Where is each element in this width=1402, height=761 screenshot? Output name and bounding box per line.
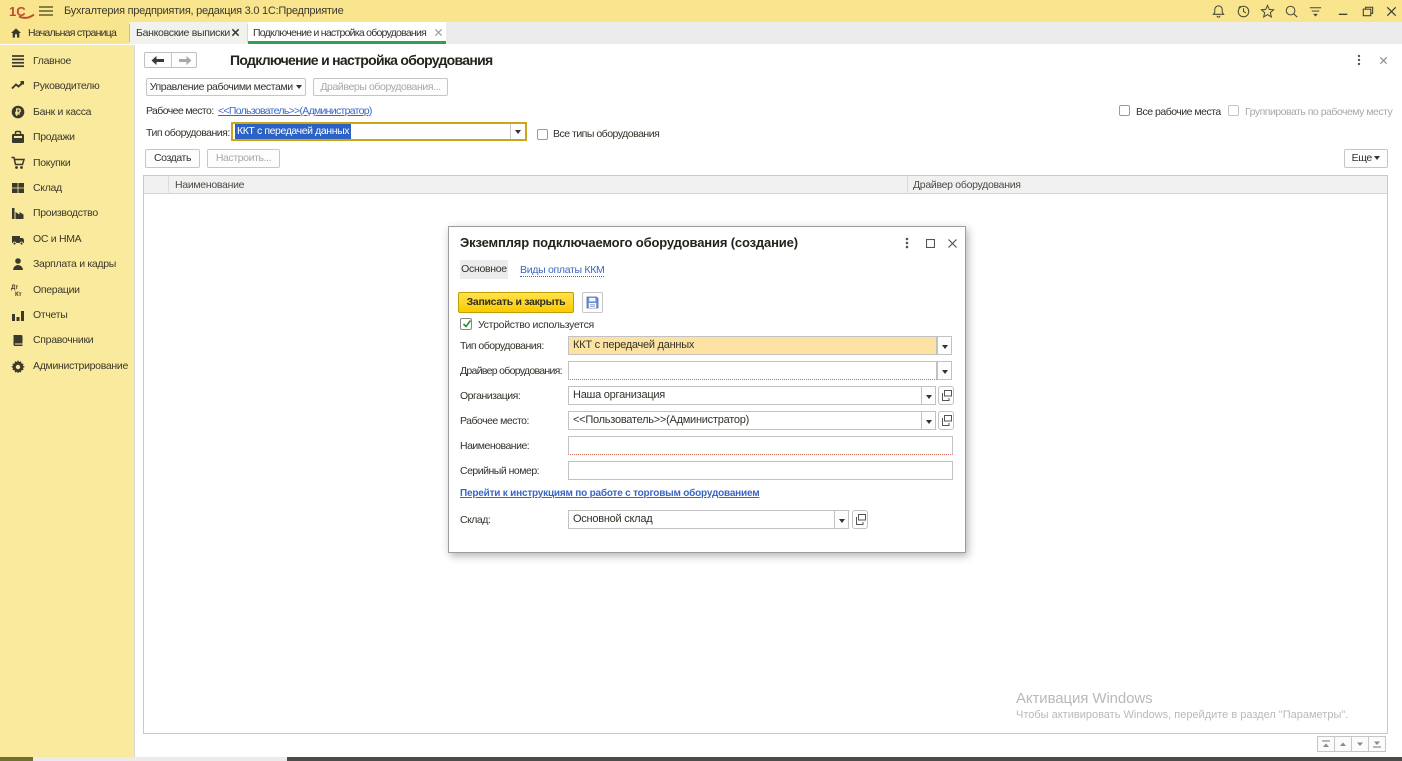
svg-text:Кт: Кт — [15, 292, 22, 297]
svg-text:1С: 1С — [9, 4, 26, 19]
svg-text:Дт: Дт — [11, 285, 18, 291]
svg-text:₽: ₽ — [15, 107, 22, 118]
